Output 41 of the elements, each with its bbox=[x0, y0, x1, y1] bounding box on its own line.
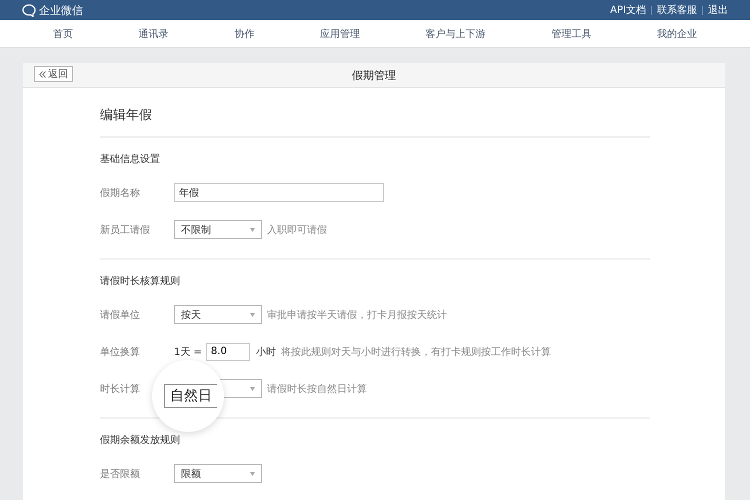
section-heading: 请假时长核算规则 bbox=[100, 274, 181, 288]
magnified-dropdown-value: 自然日 bbox=[164, 384, 217, 408]
header-link[interactable]: 退出 bbox=[708, 3, 728, 17]
chat-bubble-icon bbox=[22, 4, 36, 16]
back-button[interactable]: 返回 bbox=[34, 66, 73, 82]
section-heading: 基础信息设置 bbox=[100, 152, 161, 166]
field-label: 时长计算 bbox=[100, 382, 141, 396]
nav-item[interactable]: 应用管理 bbox=[320, 26, 360, 40]
nav-item[interactable]: 管理工具 bbox=[551, 26, 592, 40]
header-link[interactable]: API文档 bbox=[610, 3, 646, 17]
page-title: 假期管理 bbox=[352, 68, 396, 82]
unit-label: 小时 bbox=[256, 346, 276, 358]
hint-text: 审批申请按半天请假，打卡月报按天统计 bbox=[267, 308, 447, 322]
nav-item[interactable]: 协作 bbox=[234, 26, 254, 40]
nav-item[interactable]: 客户与上下游 bbox=[426, 26, 486, 40]
section-heading: 假期余额发放规则 bbox=[100, 434, 181, 447]
nav-item[interactable]: 通讯录 bbox=[138, 26, 169, 40]
double-chevron-icon bbox=[39, 70, 46, 78]
hint-text: 将按此规则对天与小时进行转换，有打卡规则按工作时长计算 bbox=[280, 346, 551, 358]
field-label: 新员工请假 bbox=[100, 224, 151, 236]
dropdown[interactable]: 按天 bbox=[174, 305, 262, 324]
hint-text: 请假时长按自然日计算 bbox=[267, 382, 367, 396]
caret-icon bbox=[250, 386, 255, 390]
field-label: 假期名称 bbox=[100, 186, 141, 200]
hours-field[interactable]: 8.0 bbox=[206, 342, 250, 360]
field-label: 请假单位 bbox=[100, 308, 141, 322]
header-link[interactable]: 联系客服 bbox=[657, 3, 697, 17]
brand-name: 企业微信 bbox=[39, 2, 83, 18]
nav-item[interactable]: 首页 bbox=[52, 26, 73, 40]
form-title: 编辑年假 bbox=[100, 106, 650, 138]
caret-icon bbox=[250, 312, 255, 316]
dropdown[interactable]: 限额 bbox=[174, 464, 262, 483]
dropdown[interactable]: 不限制 bbox=[174, 220, 262, 239]
field-label: 单位换算 bbox=[100, 346, 141, 358]
field-label: 是否限额 bbox=[100, 468, 141, 480]
hint-text: 入职即可请假 bbox=[267, 224, 327, 236]
conversion-prefix: 1天 = bbox=[174, 346, 202, 358]
caret-icon bbox=[250, 228, 255, 232]
caret-icon bbox=[250, 472, 255, 476]
name-field[interactable]: 年假 bbox=[174, 183, 384, 202]
nav-item[interactable]: 我的企业 bbox=[657, 26, 698, 40]
